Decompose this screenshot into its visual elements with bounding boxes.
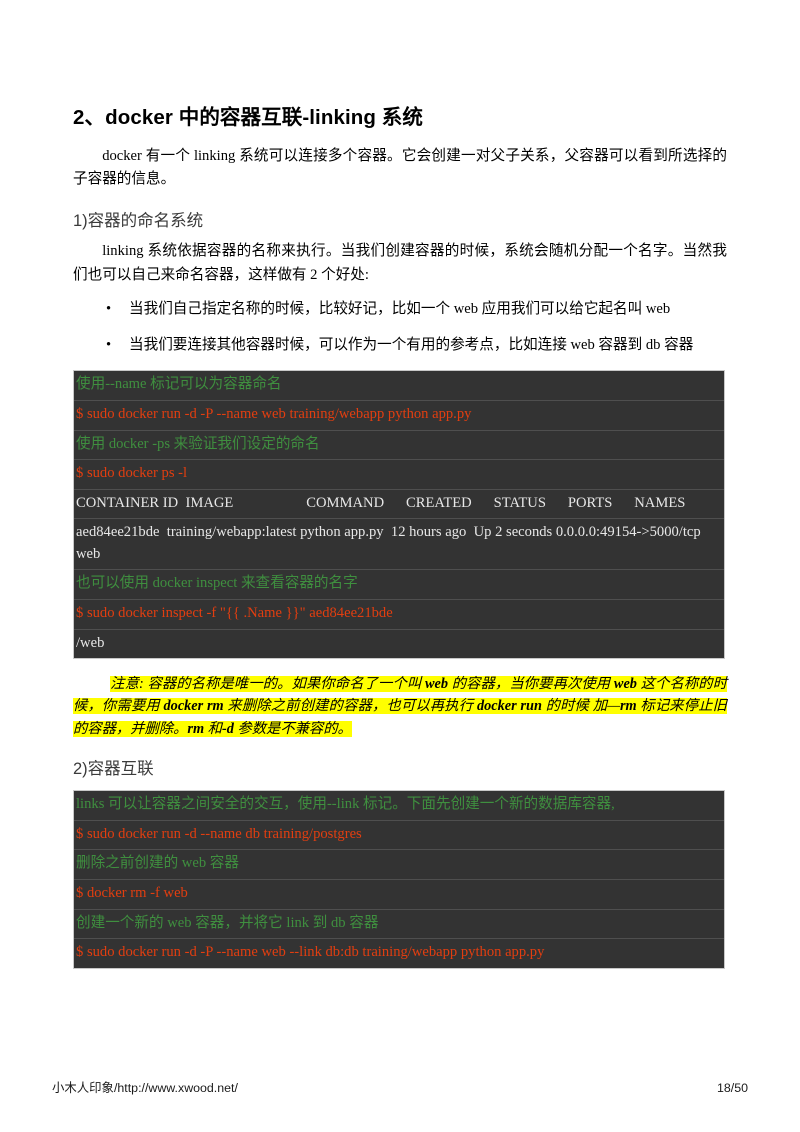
- list-item: • 当我们自己指定名称的时候，比较好记，比如一个 web 应用我们可以给它起名叫…: [73, 298, 727, 321]
- code-line: 删除之前创建的 web 容器: [74, 850, 724, 880]
- code-line: /web: [76, 634, 105, 651]
- code-line: 使用 docker -ps 来验证我们设定的命名: [74, 431, 724, 461]
- document-page: 2、docker 中的容器互联-linking 系统 docker 有一个 li…: [0, 0, 800, 1132]
- bullet-icon: •: [106, 336, 112, 353]
- code-line: 使用--name 标记可以为容器命名: [74, 371, 724, 401]
- note-highlight: 注意: 容器的名称是唯一的。如果你命名了一个叫 web 的容器，当你要再次使用 …: [73, 676, 727, 737]
- code-block-naming: 使用--name 标记可以为容器命名 $ sudo docker run -d -…: [73, 370, 725, 660]
- highlighted-note: 注意: 容器的名称是唯一的。如果你命名了一个叫 web 的容器，当你要再次使用 …: [73, 673, 727, 739]
- section-2-heading: 2)容器互联: [73, 759, 154, 778]
- code-line: $ sudo docker run -d --name db training/…: [74, 821, 724, 851]
- section-1-bullet-list: • 当我们自己指定名称的时候，比较好记，比如一个 web 应用我们可以给它起名叫…: [73, 298, 727, 358]
- page-number: 18/50: [716, 1081, 748, 1095]
- footer-source-label: 小木人印象/http://www.xwood.net/: [52, 1081, 238, 1095]
- code-block-linking: links 可以让容器之间安全的交互，使用--link 标记。下面先创建一个新的…: [73, 790, 725, 969]
- page-footer: 小木人印象/http://www.xwood.net/ 18/50: [52, 1078, 748, 1096]
- page-title: 2、docker 中的容器互联-linking 系统: [73, 106, 423, 129]
- code-line: links 可以让容器之间安全的交互，使用--link 标记。下面先创建一个新的…: [74, 791, 724, 821]
- code-line: $ docker rm -f web: [74, 880, 724, 910]
- code-line: 也可以使用 docker inspect 来查看容器的名字: [74, 570, 724, 601]
- list-item-label: 当我们要连接其他容器时候，可以作为一个有用的参考点，比如连接 web 容器到 d…: [129, 336, 694, 353]
- section-1-paragraph: linking 系统依据容器的名称来执行。当我们创建容器的时候，系统会随机分配一…: [73, 243, 727, 283]
- section-1-heading: 1)容器的命名系统: [73, 211, 204, 230]
- code-line: $ sudo docker ps -l: [74, 460, 724, 490]
- list-item: • 当我们要连接其他容器时候，可以作为一个有用的参考点，比如连接 web 容器到…: [73, 334, 727, 357]
- code-line: $ sudo docker run -d -P --name web train…: [74, 401, 724, 431]
- intro-paragraph: docker 有一个 linking 系统可以连接多个容器。它会创建一对父子关系…: [73, 147, 727, 188]
- code-line: 创建一个新的 web 容器，并将它 link 到 db 容器: [74, 910, 724, 940]
- document-content: 2、docker 中的容器互联-linking 系统 docker 有一个 li…: [73, 105, 727, 969]
- code-line: $ sudo docker run -d -P --name web --lin…: [76, 944, 545, 961]
- list-item-label: 当我们自己指定名称的时候，比较好记，比如一个 web 应用我们可以给它起名叫 w…: [129, 300, 671, 317]
- code-line: aed84ee21bde training/webapp:latest pyth…: [74, 519, 724, 571]
- code-line: $ sudo docker inspect -f "{{ .Name }}" a…: [74, 600, 724, 630]
- bullet-icon: •: [106, 300, 112, 317]
- code-line: CONTAINER ID IMAGE COMMAND CREATED STATU…: [74, 490, 724, 520]
